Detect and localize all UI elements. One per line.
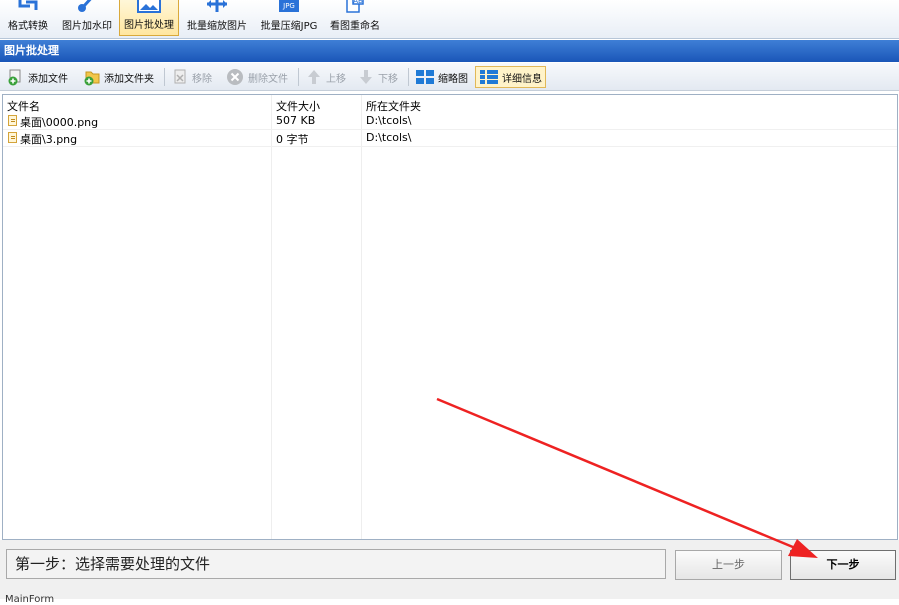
remove-icon xyxy=(174,69,186,84)
view-rename-button[interactable]: AB 看图重命名 xyxy=(326,0,384,36)
rename-icon-text: AB xyxy=(353,0,363,5)
previous-step-button[interactable]: 上一步 xyxy=(675,550,782,580)
file-folder: D:\tcols\ xyxy=(366,114,412,127)
file-icon xyxy=(8,132,17,143)
remove-label: 移除 xyxy=(192,73,212,85)
step-status: 第一步：选择需要处理的文件 xyxy=(6,549,666,579)
view-rename-label: 看图重命名 xyxy=(330,21,380,32)
batch-resize-label: 批量缩放图片 xyxy=(187,21,247,32)
batch-process-label: 图片批处理 xyxy=(124,20,174,31)
toolbar-separator xyxy=(408,68,409,86)
column-divider xyxy=(361,95,362,539)
move-arrows-icon xyxy=(207,0,227,12)
delete-circle-icon xyxy=(227,69,243,85)
column-divider xyxy=(271,95,272,539)
file-name: 桌面\0000.png xyxy=(20,116,99,129)
details-view-button[interactable]: 详细信息 xyxy=(475,66,546,88)
column-header-size[interactable]: 文件大小 xyxy=(276,98,320,114)
jpg-icon-text: JPG xyxy=(282,2,295,10)
add-folder-icon xyxy=(84,71,100,86)
add-file-icon xyxy=(8,69,21,86)
list-view-icon xyxy=(480,70,498,84)
bottom-bar: 第一步：选择需要处理的文件 上一步 下一步 MainForm xyxy=(0,540,899,605)
thumbnail-view-button[interactable]: 缩略图 xyxy=(412,66,471,88)
add-file-label: 添加文件 xyxy=(28,73,68,85)
move-up-button[interactable]: 上移 xyxy=(302,66,349,88)
move-down-button[interactable]: 下移 xyxy=(354,66,401,88)
file-list[interactable]: 文件名 文件大小 所在文件夹 桌面\0000.png 507 KB D:\tco… xyxy=(2,94,898,540)
batch-resize-button[interactable]: 批量缩放图片 xyxy=(183,0,251,36)
move-down-label: 下移 xyxy=(378,73,398,85)
arrow-down-icon xyxy=(360,70,372,84)
file-icon xyxy=(8,115,17,126)
format-convert-label: 格式转换 xyxy=(8,21,48,32)
arrow-up-icon xyxy=(308,70,320,84)
delete-file-button[interactable]: 删除文件 xyxy=(222,66,291,88)
image-icon xyxy=(137,0,161,13)
window-title: MainForm xyxy=(5,594,55,605)
move-up-label: 上移 xyxy=(326,73,346,85)
watermark-label: 图片加水印 xyxy=(62,21,112,32)
list-rows: 桌面\0000.png 507 KB D:\tcols\ 桌面\3.png 0 … xyxy=(3,113,897,147)
section-title: 图片批处理 xyxy=(0,40,899,62)
brush-icon xyxy=(78,0,92,12)
table-row[interactable]: 桌面\3.png 0 字节 D:\tcols\ xyxy=(3,130,897,147)
format-convert-button[interactable]: 格式转换 xyxy=(4,0,52,36)
file-size: 0 字节 xyxy=(276,133,309,146)
file-size: 507 KB xyxy=(276,114,316,127)
convert-arrows-icon xyxy=(18,0,38,10)
watermark-button[interactable]: 图片加水印 xyxy=(58,0,116,36)
file-folder: D:\tcols\ xyxy=(366,131,412,144)
toolbar-separator xyxy=(298,68,299,86)
list-header: 文件名 文件大小 所在文件夹 xyxy=(3,95,897,113)
toolbar-separator xyxy=(164,68,165,86)
add-folder-button[interactable]: 添加文件夹 xyxy=(80,66,157,88)
top-ribbon: 格式转换 图片加水印 图片批处理 批量缩放图片 JPG 批量压缩JPG AB 看… xyxy=(0,0,899,39)
table-row[interactable]: 桌面\0000.png 507 KB D:\tcols\ xyxy=(3,113,897,130)
batch-compress-jpg-button[interactable]: JPG 批量压缩JPG xyxy=(256,0,322,36)
remove-button[interactable]: 移除 xyxy=(168,66,215,88)
column-header-name[interactable]: 文件名 xyxy=(7,98,40,114)
delete-file-label: 删除文件 xyxy=(248,73,288,85)
add-file-button[interactable]: 添加文件 xyxy=(4,66,71,88)
batch-process-button[interactable]: 图片批处理 xyxy=(119,0,179,36)
thumbnail-label: 缩略图 xyxy=(438,73,468,85)
file-name: 桌面\3.png xyxy=(20,133,78,146)
rename-ab-icon: AB xyxy=(346,0,364,13)
column-header-folder[interactable]: 所在文件夹 xyxy=(366,98,421,114)
file-toolbar: 添加文件 添加文件夹 移除 删除文件 上移 下移 缩略图 详细信息 xyxy=(0,63,899,91)
jpg-icon: JPG xyxy=(279,0,299,12)
details-label: 详细信息 xyxy=(502,73,542,85)
next-step-button[interactable]: 下一步 xyxy=(790,550,896,580)
add-folder-label: 添加文件夹 xyxy=(104,73,154,85)
grid-view-icon xyxy=(416,70,434,84)
batch-compress-label: 批量压缩JPG xyxy=(260,21,318,32)
